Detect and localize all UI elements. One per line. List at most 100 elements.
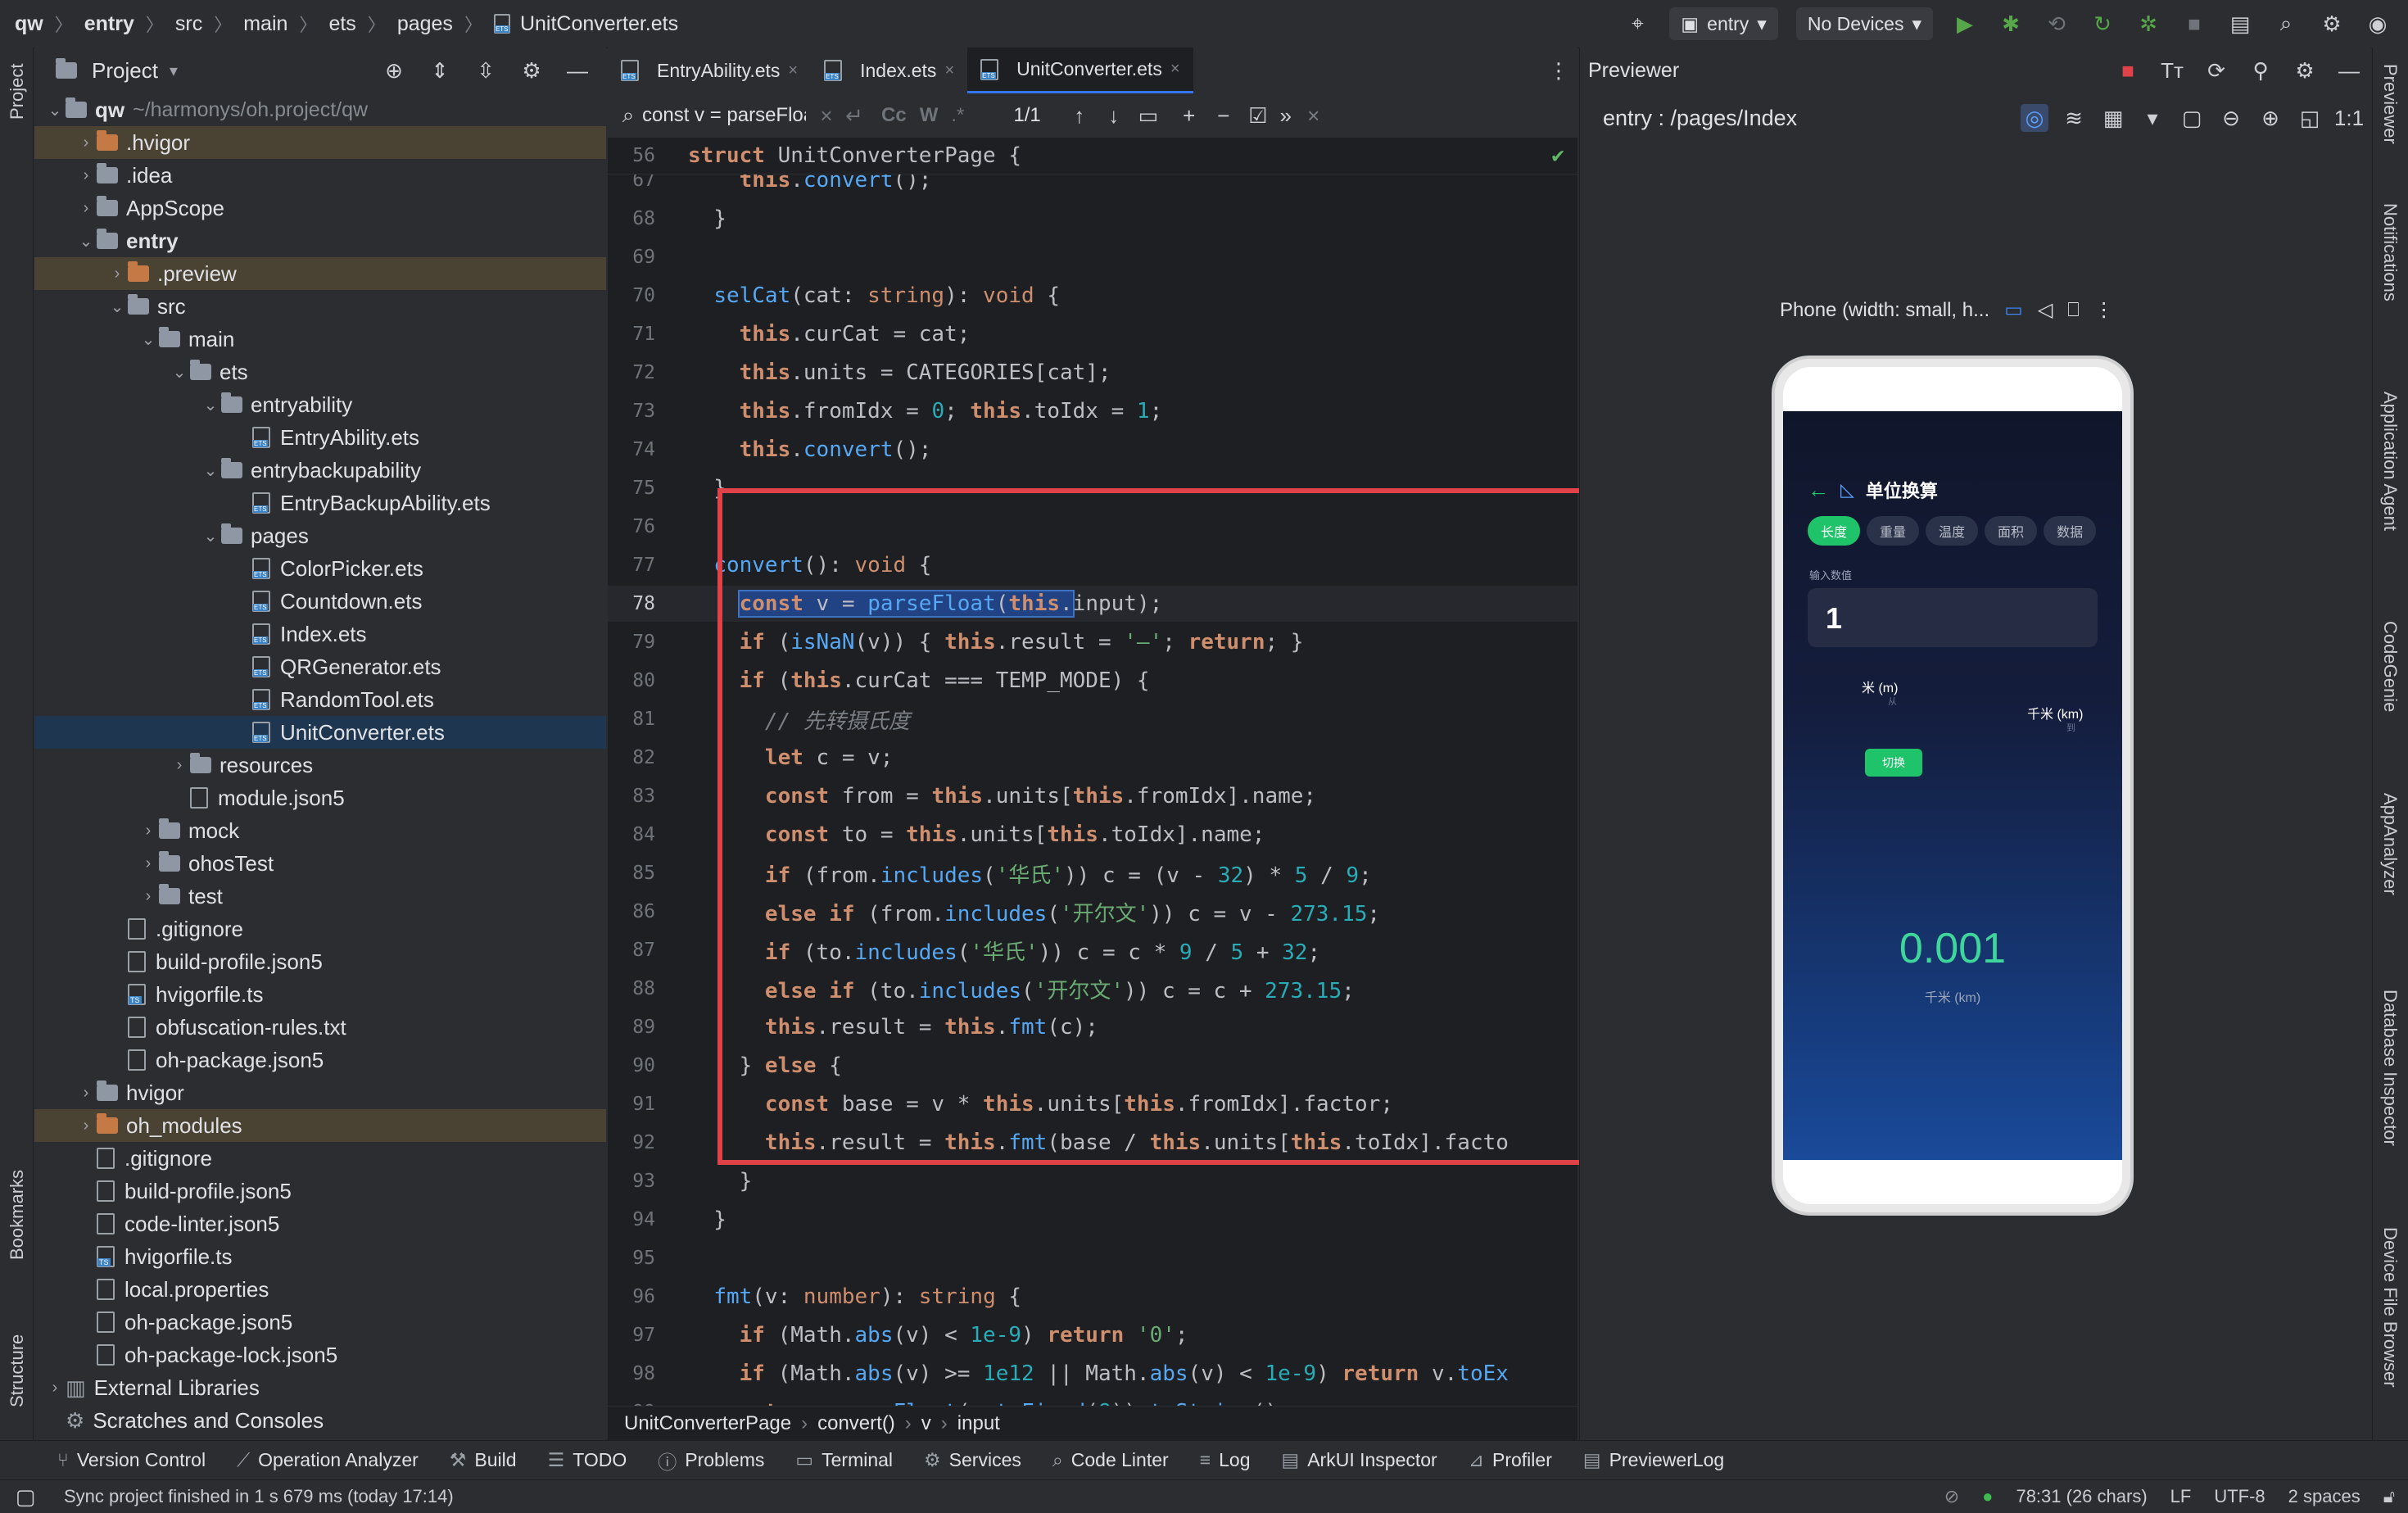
- stop-icon[interactable]: ■: [2180, 10, 2208, 38]
- code-line[interactable]: 77 convert(): void {: [608, 547, 1577, 583]
- right-tool-button[interactable]: AppAnalyzer: [2379, 793, 2401, 895]
- tool-window-button[interactable]: ⚒ Build: [450, 1449, 517, 1471]
- caret-position[interactable]: 78:31 (26 chars): [2016, 1486, 2147, 1507]
- tree-item[interactable]: build-profile.json5: [34, 945, 606, 978]
- editor-breadcrumb-item[interactable]: UnitConverterPage: [624, 1412, 791, 1435]
- inspector-icon[interactable]: ◎: [2021, 104, 2048, 132]
- from-unit-label[interactable]: 米 (m): [1862, 677, 1898, 696]
- tree-item[interactable]: › .idea: [34, 159, 606, 192]
- tree-item[interactable]: EntryAbility.ets: [34, 421, 606, 454]
- category-chip[interactable]: 重量: [1867, 516, 1920, 546]
- breadcrumb-item[interactable]: src: [175, 12, 202, 36]
- regex-toggle[interactable]: .*: [951, 104, 964, 127]
- structure-tool-button[interactable]: Structure: [7, 1334, 28, 1407]
- code-line[interactable]: 81 // 先转摄氏度: [608, 701, 1577, 737]
- breadcrumb-item[interactable]: main: [243, 12, 287, 36]
- code-line[interactable]: 82 let c = v;: [608, 740, 1577, 776]
- close-icon[interactable]: ×: [788, 61, 798, 80]
- device-manager-icon[interactable]: ▤: [2226, 10, 2254, 38]
- category-chip[interactable]: 数据: [2044, 516, 2097, 546]
- tool-window-button[interactable]: ▭ Terminal: [795, 1449, 893, 1471]
- right-tool-button[interactable]: Application Agent: [2379, 392, 2401, 531]
- chevron-right-icon[interactable]: ›: [75, 199, 97, 218]
- chevron-down-icon[interactable]: ⌄: [169, 362, 190, 383]
- code-area[interactable]: 56 struct UnitConverterPage { ✔ 67 this.…: [608, 138, 1577, 1463]
- code-line[interactable]: 72 this.units = CATEGORIES[cat];: [608, 355, 1577, 391]
- expand-all-icon[interactable]: ⇕: [426, 57, 454, 84]
- device-select[interactable]: No Devices ▾: [1795, 7, 1933, 40]
- chevron-down-icon[interactable]: ⌄: [200, 395, 221, 415]
- breadcrumb-item[interactable]: pages: [397, 12, 453, 36]
- whole-word-toggle[interactable]: W: [920, 104, 939, 127]
- close-icon[interactable]: ×: [1170, 60, 1180, 79]
- locate-icon[interactable]: ⊕: [380, 57, 408, 84]
- tree-item[interactable]: ⌄ src: [34, 290, 606, 323]
- code-line[interactable]: 86 else if (from.includes('开尔文')) c = v …: [608, 894, 1577, 930]
- chevron-right-icon[interactable]: ›: [138, 887, 159, 906]
- find-input[interactable]: const v = parseFloat(this.: [642, 104, 806, 127]
- tool-window-button[interactable]: ⊿ Profiler: [1469, 1449, 1552, 1471]
- tree-item[interactable]: › ▥ External Libraries: [34, 1371, 606, 1404]
- breadcrumb-item[interactable]: UnitConverter.ets: [520, 12, 678, 36]
- category-chip[interactable]: 面积: [1985, 516, 2038, 546]
- tool-window-button[interactable]: ⓘ Problems: [658, 1447, 764, 1474]
- file-encoding[interactable]: UTF-8: [2214, 1486, 2265, 1507]
- debug-icon[interactable]: ✱: [1997, 10, 2025, 38]
- tab-entryability[interactable]: EntryAbility.ets ×: [608, 48, 811, 93]
- chevron-down-icon[interactable]: ▾: [170, 61, 178, 81]
- chevron-right-icon[interactable]: ›: [75, 1084, 97, 1103]
- back-arrow-icon[interactable]: ←: [1808, 478, 1829, 503]
- tree-item[interactable]: hvigorfile.ts: [34, 1240, 606, 1273]
- code-line[interactable]: 68 }: [608, 201, 1577, 237]
- attach-debugger-icon[interactable]: ⟲: [2043, 10, 2071, 38]
- tree-item[interactable]: UnitConverter.ets: [34, 716, 606, 749]
- tree-item[interactable]: module.json5: [34, 781, 606, 814]
- remove-selection-icon[interactable]: −: [1210, 102, 1238, 129]
- right-tool-button[interactable]: CodeGenie: [2379, 621, 2401, 712]
- code-line[interactable]: 74 this.convert();: [608, 432, 1577, 468]
- chevron-right-icon[interactable]: ›: [169, 756, 190, 775]
- tree-item[interactable]: oh-package-lock.json5: [34, 1339, 606, 1371]
- arrow-down-icon[interactable]: ↓: [1100, 102, 1128, 129]
- code-line[interactable]: 85 if (from.includes('华氏')) c = (v - 32)…: [608, 855, 1577, 891]
- tree-item[interactable]: › resources: [34, 749, 606, 781]
- tab-index[interactable]: Index.ets ×: [811, 48, 967, 93]
- tree-item[interactable]: ⌄ entrybackupability: [34, 454, 606, 487]
- code-line[interactable]: 79 if (isNaN(v)) { this.result = '—'; re…: [608, 624, 1577, 660]
- chevron-right-icon[interactable]: ›: [75, 166, 97, 185]
- chevron-down-icon[interactable]: ⌄: [106, 297, 128, 317]
- more-vertical-icon[interactable]: ⋮: [2094, 298, 2114, 322]
- lock-icon[interactable]: 🔓︎: [2383, 1486, 2395, 1507]
- tree-item[interactable]: EntryBackupAbility.ets: [34, 487, 606, 519]
- stop-icon[interactable]: ■: [2114, 57, 2142, 84]
- editor-breadcrumb-item[interactable]: input: [957, 1412, 1000, 1435]
- close-icon[interactable]: ×: [944, 61, 954, 80]
- tree-item[interactable]: hvigorfile.ts: [34, 978, 606, 1011]
- code-line[interactable]: 76: [608, 509, 1577, 545]
- account-icon[interactable]: ◉: [2364, 10, 2392, 38]
- tool-window-button[interactable]: ⌕ Code Linter: [1052, 1449, 1169, 1471]
- right-tool-button[interactable]: Previewer: [2379, 64, 2401, 144]
- back-icon[interactable]: ◁: [2038, 298, 2053, 322]
- code-line[interactable]: 92 this.result = this.fmt(base / this.un…: [608, 1125, 1577, 1161]
- tool-window-button[interactable]: ▤ PreviewerLog: [1583, 1449, 1724, 1471]
- breadcrumb-item[interactable]: ets: [328, 12, 355, 36]
- editor-breadcrumb-item[interactable]: convert(): [817, 1412, 895, 1435]
- code-line[interactable]: 94 }: [608, 1202, 1577, 1238]
- tree-item[interactable]: oh-package.json5: [34, 1044, 606, 1076]
- target-icon[interactable]: ⌖: [1623, 10, 1651, 38]
- rotate-icon[interactable]: ⎕: [2067, 299, 2079, 322]
- clear-icon[interactable]: ×: [812, 102, 840, 129]
- tree-item[interactable]: › oh_modules: [34, 1109, 606, 1142]
- code-line[interactable]: 75 }: [608, 470, 1577, 506]
- tree-item[interactable]: ⌄ entry: [34, 224, 606, 257]
- search-icon[interactable]: ⌕: [2272, 10, 2300, 38]
- gear-icon[interactable]: ⚙: [518, 57, 545, 84]
- code-line[interactable]: 73 this.fromIdx = 0; this.toIdx = 1;: [608, 393, 1577, 429]
- project-panel-title[interactable]: Project: [92, 58, 158, 84]
- chevron-down-icon[interactable]: ⌄: [200, 526, 221, 546]
- collapse-all-icon[interactable]: ⇳: [472, 57, 500, 84]
- add-selection-icon[interactable]: +: [1175, 102, 1203, 129]
- chevron-right-icon[interactable]: ›: [138, 854, 159, 873]
- code-line[interactable]: 87 if (to.includes('华氏')) c = c * 9 / 5 …: [608, 932, 1577, 968]
